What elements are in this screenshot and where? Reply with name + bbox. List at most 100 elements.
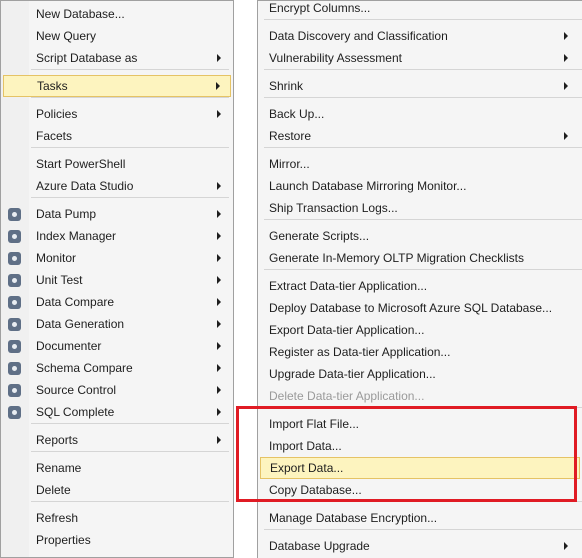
menu-item-label: Data Compare	[36, 295, 115, 309]
menu-item-new-database[interactable]: New Database...	[3, 3, 231, 25]
submenu-arrow-icon	[564, 54, 568, 62]
menu-item-monitor[interactable]: Monitor	[3, 247, 231, 269]
submenu-arrow-icon	[217, 254, 221, 262]
menu-item-refresh[interactable]: Refresh	[3, 507, 231, 529]
menu-item-label: Copy Database...	[269, 483, 362, 497]
menu-separator	[264, 147, 582, 148]
menu-item-extract-data-tier-application[interactable]: Extract Data-tier Application...	[260, 275, 580, 297]
submenu-arrow-icon	[217, 232, 221, 240]
menu-item-azure-data-studio[interactable]: Azure Data Studio	[3, 175, 231, 197]
menu-item-label: Back Up...	[269, 107, 325, 121]
menu-separator	[264, 69, 582, 70]
menu-item-label: Launch Database Mirroring Monitor...	[269, 179, 467, 193]
menu-separator	[31, 147, 229, 148]
data-generation-icon	[8, 318, 21, 331]
monitor-icon	[8, 252, 21, 265]
menu-item-reports[interactable]: Reports	[3, 429, 231, 451]
menu-separator	[31, 501, 229, 502]
menu-item-script-database-as[interactable]: Script Database as	[3, 47, 231, 69]
menu-item-data-discovery-and-classification[interactable]: Data Discovery and Classification	[260, 25, 580, 47]
menu-item-restore[interactable]: Restore	[260, 125, 580, 147]
menu-item-manage-database-encryption[interactable]: Manage Database Encryption...	[260, 507, 580, 529]
menu-item-label: Policies	[36, 107, 78, 121]
menu-item-ship-transaction-logs[interactable]: Ship Transaction Logs...	[260, 197, 580, 219]
menu-item-import-flat-file[interactable]: Import Flat File...	[260, 413, 580, 435]
menu-item-label: Mirror...	[269, 157, 310, 171]
menu-item-label: Deploy Database to Microsoft Azure SQL D…	[269, 301, 553, 315]
menu-item-label: Extract Data-tier Application...	[269, 279, 428, 293]
menu-item-unit-test[interactable]: Unit Test	[3, 269, 231, 291]
menu-item-rename[interactable]: Rename	[3, 457, 231, 479]
menu-item-tasks[interactable]: Tasks	[3, 75, 231, 97]
menu-item-start-powershell[interactable]: Start PowerShell	[3, 153, 231, 175]
menu-item-label: Upgrade Data-tier Application...	[269, 367, 436, 381]
menu-item-label: Delete Data-tier Application...	[269, 389, 425, 403]
menu-item-export-data[interactable]: Export Data...	[260, 457, 580, 479]
menu-item-launch-database-mirroring-monitor[interactable]: Launch Database Mirroring Monitor...	[260, 175, 580, 197]
menu-item-label: Vulnerability Assessment	[269, 51, 402, 65]
menu-item-label: Delete	[36, 483, 71, 497]
menu-item-label: SQL Complete	[36, 405, 115, 419]
menu-separator	[31, 69, 229, 70]
menu-item-mirror[interactable]: Mirror...	[260, 153, 580, 175]
menu-item-new-query[interactable]: New Query	[3, 25, 231, 47]
menu-item-source-control[interactable]: Source Control	[3, 379, 231, 401]
menu-item-label: Rename	[36, 461, 82, 475]
menu-item-label: Schema Compare	[36, 361, 133, 375]
submenu-arrow-icon	[217, 364, 221, 372]
menu-item-sql-complete[interactable]: SQL Complete	[3, 401, 231, 423]
submenu-arrow-icon	[217, 408, 221, 416]
menu-item-label: Generate In-Memory OLTP Migration Checkl…	[269, 251, 524, 265]
menu-item-documenter[interactable]: Documenter	[3, 335, 231, 357]
menu-item-properties[interactable]: Properties	[3, 529, 231, 551]
menu-item-delete[interactable]: Delete	[3, 479, 231, 501]
schema-compare-icon	[8, 362, 21, 375]
menu-item-data-generation[interactable]: Data Generation	[3, 313, 231, 335]
submenu-arrow-icon	[217, 386, 221, 394]
menu-item-register-as-data-tier-application[interactable]: Register as Data-tier Application...	[260, 341, 580, 363]
menu-item-database-upgrade[interactable]: Database Upgrade	[260, 535, 580, 557]
menu-item-vulnerability-assessment[interactable]: Vulnerability Assessment	[260, 47, 580, 69]
menu-item-policies[interactable]: Policies	[3, 103, 231, 125]
menu-item-delete-data-tier-application[interactable]: Delete Data-tier Application...	[260, 385, 580, 407]
menu-item-label: New Database...	[36, 7, 125, 21]
menu-item-back-up[interactable]: Back Up...	[260, 103, 580, 125]
menu-item-export-data-tier-application[interactable]: Export Data-tier Application...	[260, 319, 580, 341]
menu-item-label: Import Flat File...	[269, 417, 360, 431]
menu-item-upgrade-data-tier-application[interactable]: Upgrade Data-tier Application...	[260, 363, 580, 385]
menu-item-label: Import Data...	[269, 439, 342, 453]
menu-item-data-pump[interactable]: Data Pump	[3, 203, 231, 225]
menu-item-label: Data Discovery and Classification	[269, 29, 448, 43]
menu-item-label: Unit Test	[36, 273, 83, 287]
submenu-arrow-icon	[217, 298, 221, 306]
menu-separator	[264, 97, 582, 98]
submenu-arrow-icon	[217, 320, 221, 328]
menu-item-label: Index Manager	[36, 229, 117, 243]
menu-separator	[31, 197, 229, 198]
menu-item-generate-in-memory-oltp-migration-checklists[interactable]: Generate In-Memory OLTP Migration Checkl…	[260, 247, 580, 269]
menu-item-generate-scripts[interactable]: Generate Scripts...	[260, 225, 580, 247]
menu-item-encrypt-columns[interactable]: Encrypt Columns...	[260, 0, 580, 19]
index-manager-icon	[8, 230, 21, 243]
menu-item-copy-database[interactable]: Copy Database...	[260, 479, 580, 501]
menu-item-label: Register as Data-tier Application...	[269, 345, 451, 359]
menu-item-facets[interactable]: Facets	[3, 125, 231, 147]
submenu-arrow-icon	[216, 82, 220, 90]
menu-item-label: Shrink	[269, 79, 304, 93]
submenu-arrow-icon	[564, 542, 568, 550]
menu-item-data-compare[interactable]: Data Compare	[3, 291, 231, 313]
menu-item-label: Start PowerShell	[36, 157, 126, 171]
menu-item-index-manager[interactable]: Index Manager	[3, 225, 231, 247]
menu-item-label: Properties	[36, 533, 91, 547]
menu-item-import-data[interactable]: Import Data...	[260, 435, 580, 457]
tasks-submenu: Encrypt Columns... Data Discovery and Cla…	[257, 0, 582, 558]
data-compare-icon	[8, 296, 21, 309]
menu-item-label: Encrypt Columns...	[269, 1, 371, 15]
sql-complete-icon	[8, 406, 21, 419]
menu-item-label: Refresh	[36, 511, 79, 525]
menu-item-label: Export Data...	[270, 461, 344, 475]
submenu-arrow-icon	[217, 54, 221, 62]
menu-item-shrink[interactable]: Shrink	[260, 75, 580, 97]
menu-item-schema-compare[interactable]: Schema Compare	[3, 357, 231, 379]
menu-item-deploy-database-to-microsoft-azure-sql-database[interactable]: Deploy Database to Microsoft Azure SQL D…	[260, 297, 580, 319]
